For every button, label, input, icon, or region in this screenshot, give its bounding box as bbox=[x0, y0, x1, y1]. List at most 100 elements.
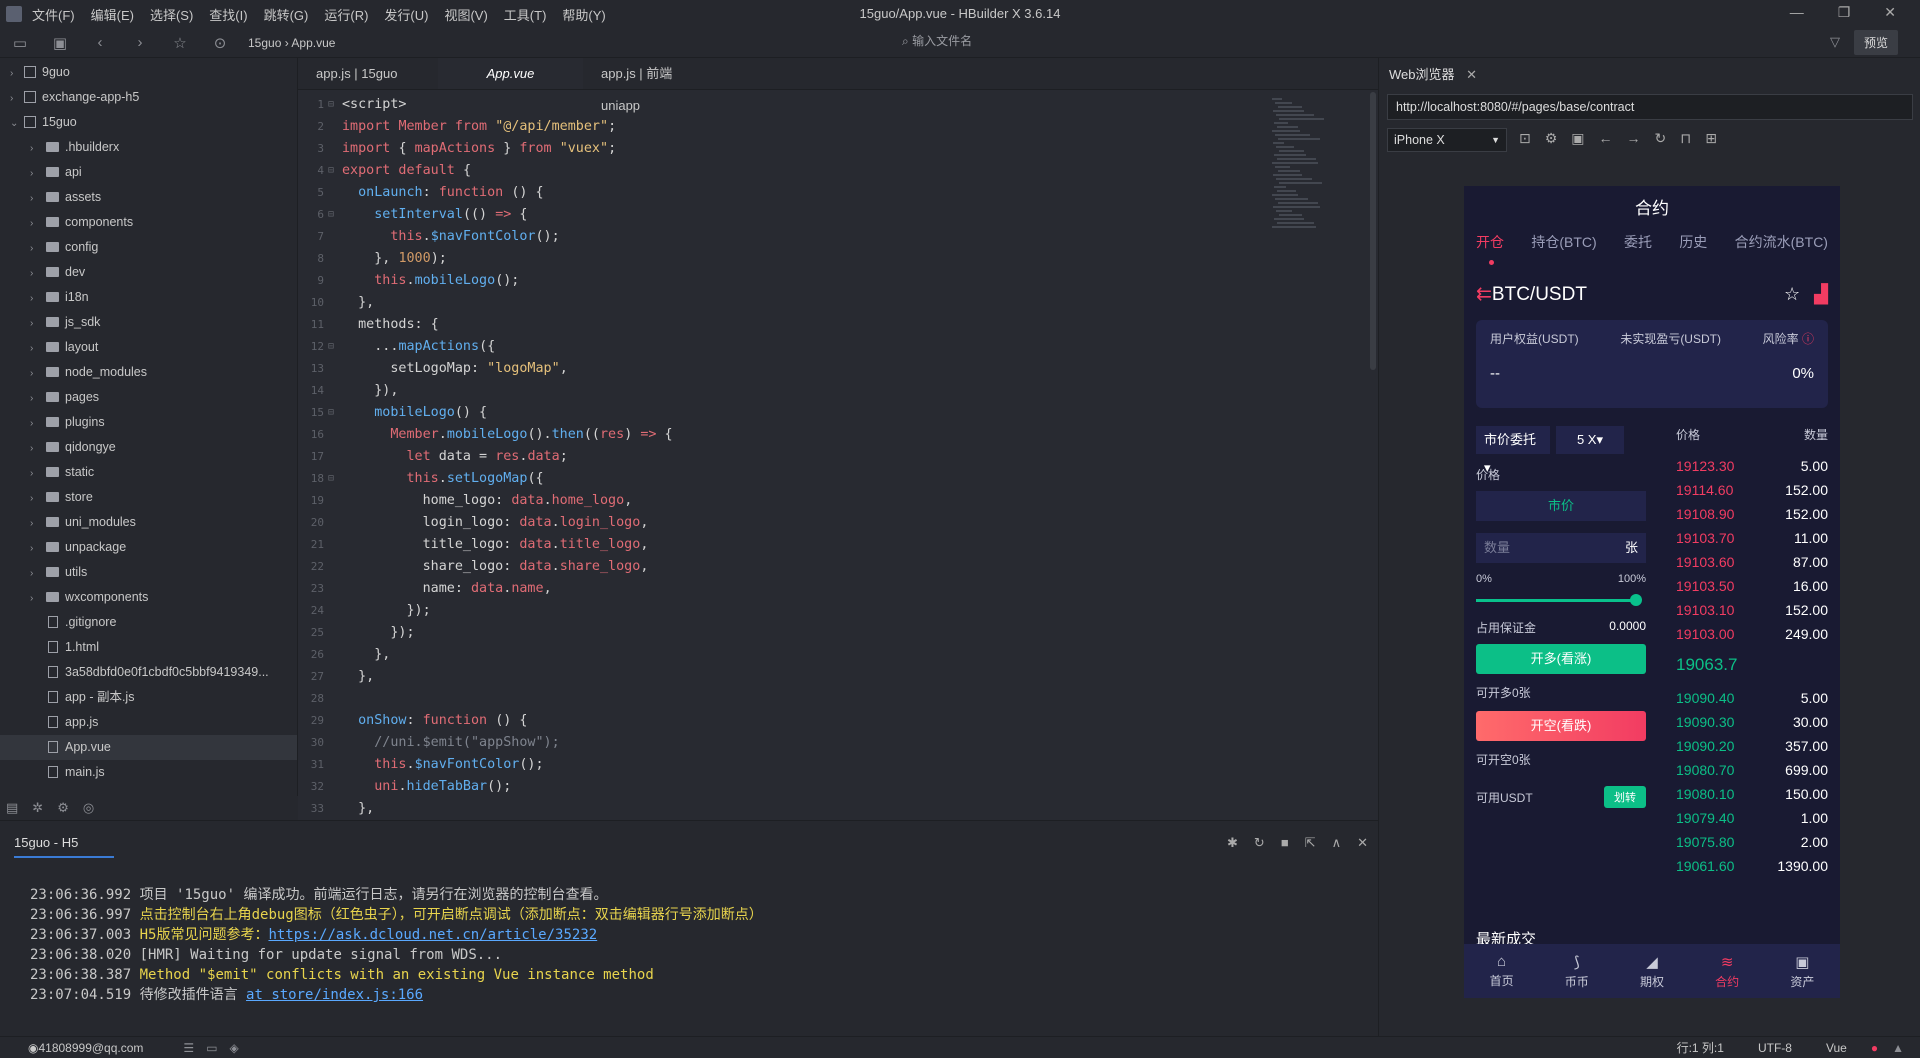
save-icon[interactable]: ▣ bbox=[40, 34, 80, 52]
line-number[interactable]: 3 bbox=[298, 138, 326, 160]
share-icon[interactable]: ◈ bbox=[230, 1041, 239, 1055]
transfer-button[interactable]: 划转 bbox=[1604, 786, 1646, 808]
url-input[interactable]: http://localhost:8080/#/pages/base/contr… bbox=[1387, 94, 1913, 120]
tree-item[interactable]: › plugins bbox=[0, 410, 297, 435]
tree-item[interactable]: › 9guo bbox=[0, 60, 297, 85]
amount-slider[interactable] bbox=[1476, 587, 1646, 613]
line-number[interactable]: 26 bbox=[298, 644, 326, 666]
screenshot-icon[interactable]: ⊡ bbox=[1519, 130, 1531, 147]
order-book-row[interactable]: 19103.70 11.00 bbox=[1676, 526, 1828, 550]
plugin-icon[interactable]: ⚙ bbox=[57, 800, 69, 816]
info-icon[interactable]: ⓘ bbox=[1802, 332, 1814, 346]
order-book-row[interactable]: 19103.00 249.00 bbox=[1676, 622, 1828, 646]
editor-scrollbar[interactable] bbox=[1370, 92, 1376, 370]
debug-icon[interactable]: ✲ bbox=[32, 800, 43, 816]
line-number[interactable]: 14 bbox=[298, 380, 326, 402]
run-icon[interactable]: ⊙ bbox=[200, 34, 240, 52]
line-number[interactable]: 4 bbox=[298, 160, 326, 182]
language-mode[interactable]: Vue bbox=[1826, 1041, 1847, 1055]
fold-icon[interactable]: ⊟ bbox=[326, 204, 336, 226]
notification-icon[interactable]: ● bbox=[1871, 1041, 1878, 1055]
line-number[interactable]: 11 bbox=[298, 314, 326, 336]
settings-icon[interactable]: ⚙ bbox=[1545, 130, 1558, 147]
line-number[interactable]: 8 bbox=[298, 248, 326, 270]
line-number[interactable]: 20 bbox=[298, 512, 326, 534]
line-number[interactable]: 13 bbox=[298, 358, 326, 380]
refresh-icon[interactable]: ↻ bbox=[1655, 130, 1667, 147]
contract-tab[interactable]: 合约流水(BTC) bbox=[1735, 232, 1828, 268]
menu-item[interactable]: 跳转(G) bbox=[264, 5, 309, 24]
preview-button[interactable]: 预览 bbox=[1853, 30, 1898, 55]
line-number[interactable]: 31 bbox=[298, 754, 326, 776]
line-number[interactable]: 21 bbox=[298, 534, 326, 556]
browser-tab[interactable]: Web浏览器 ✕ bbox=[1389, 64, 1477, 83]
close-panel-icon[interactable]: ✕ bbox=[1357, 835, 1368, 851]
breadcrumb-project[interactable]: 15guo bbox=[248, 36, 281, 50]
fold-icon[interactable]: ⊟ bbox=[326, 468, 336, 490]
menu-item[interactable]: 选择(S) bbox=[150, 5, 193, 24]
forward-icon[interactable]: › bbox=[120, 34, 160, 51]
tree-item[interactable]: › .hbuilderx bbox=[0, 135, 297, 160]
tree-item[interactable]: › static bbox=[0, 460, 297, 485]
open-external-icon[interactable]: ⇱ bbox=[1305, 835, 1316, 851]
order-book-row[interactable]: 19114.60 152.00 bbox=[1676, 478, 1828, 502]
reload-icon[interactable]: ↻ bbox=[1254, 835, 1265, 851]
tree-item[interactable]: › unpackage bbox=[0, 535, 297, 560]
collapse-icon[interactable]: ∧ bbox=[1332, 835, 1342, 851]
price-input[interactable]: 市价 bbox=[1476, 491, 1646, 521]
tree-item[interactable]: › wxcomponents bbox=[0, 585, 297, 610]
tree-item[interactable]: 1.html bbox=[0, 635, 297, 660]
tree-item[interactable]: › components bbox=[0, 210, 297, 235]
tabbar-item[interactable]: ⌂ 首页 bbox=[1490, 953, 1514, 989]
forward-icon[interactable]: → bbox=[1627, 130, 1641, 147]
menu-item[interactable]: 视图(V) bbox=[444, 5, 487, 24]
tabbar-item[interactable]: ≋ 合约 bbox=[1715, 953, 1739, 990]
tree-item[interactable]: .gitignore bbox=[0, 610, 297, 635]
line-number[interactable]: 7 bbox=[298, 226, 326, 248]
open-long-button[interactable]: 开多(看涨) bbox=[1476, 644, 1646, 674]
pair-name[interactable]: ⇇BTC/USDT bbox=[1476, 283, 1587, 306]
tree-item[interactable]: › qidongye bbox=[0, 435, 297, 460]
editor-tab[interactable]: app.js | 前端uniapp bbox=[583, 58, 723, 113]
tree-item[interactable]: › store bbox=[0, 485, 297, 510]
line-number[interactable]: 29 bbox=[298, 710, 326, 732]
line-number[interactable]: 12 bbox=[298, 336, 326, 358]
tree-item[interactable]: app - 副本.js bbox=[0, 685, 297, 710]
menu-icon[interactable]: ⇇ bbox=[1476, 284, 1492, 305]
tree-item[interactable]: App.vue bbox=[0, 735, 297, 760]
tree-item[interactable]: › api bbox=[0, 160, 297, 185]
menu-item[interactable]: 文件(F) bbox=[32, 5, 75, 24]
tree-item[interactable]: 3a58dbfd0e0f1cbdf0c5bbf9419349... bbox=[0, 660, 297, 685]
tree-item[interactable]: › node_modules bbox=[0, 360, 297, 385]
menu-item[interactable]: 查找(I) bbox=[209, 5, 247, 24]
tree-item[interactable]: › pages bbox=[0, 385, 297, 410]
tree-item[interactable]: main.js bbox=[0, 760, 297, 785]
menu-item[interactable]: 运行(R) bbox=[324, 5, 368, 24]
line-number[interactable]: 19 bbox=[298, 490, 326, 512]
tree-item[interactable]: › layout bbox=[0, 335, 297, 360]
terminal-icon[interactable]: ▭ bbox=[206, 1041, 217, 1055]
log-link[interactable]: https://ask.dcloud.net.cn/article/35232 bbox=[268, 927, 597, 943]
user-email[interactable]: 41808999@qq.com bbox=[38, 1041, 143, 1055]
order-book-row[interactable]: 19090.30 30.00 bbox=[1676, 710, 1828, 734]
tabbar-item[interactable]: ⟆ 币币 bbox=[1565, 953, 1589, 990]
line-number[interactable]: 18 bbox=[298, 468, 326, 490]
line-number[interactable]: 15 bbox=[298, 402, 326, 424]
order-book-row[interactable]: 19103.60 87.00 bbox=[1676, 550, 1828, 574]
contract-tab[interactable]: 持仓(BTC) bbox=[1531, 232, 1596, 268]
code-area[interactable]: 1 ⊟ <script> 2 import Member from "@/api/mem… bbox=[298, 94, 1298, 820]
line-number[interactable]: 27 bbox=[298, 666, 326, 688]
tree-item[interactable]: › exchange-app-h5 bbox=[0, 85, 297, 110]
tree-item[interactable]: › assets bbox=[0, 185, 297, 210]
back-icon[interactable]: ‹ bbox=[80, 34, 120, 51]
line-number[interactable]: 33 bbox=[298, 798, 326, 820]
editor-tab[interactable]: App.vue bbox=[438, 58, 583, 89]
tree-item[interactable]: › dev bbox=[0, 260, 297, 285]
quantity-input[interactable]: 数量张 bbox=[1476, 533, 1646, 563]
web-icon[interactable]: ◎ bbox=[83, 800, 94, 816]
tree-item[interactable]: › i18n bbox=[0, 285, 297, 310]
order-book-row[interactable]: 19090.20 357.00 bbox=[1676, 734, 1828, 758]
encoding[interactable]: UTF-8 bbox=[1758, 1041, 1792, 1055]
line-number[interactable]: 24 bbox=[298, 600, 326, 622]
line-number[interactable]: 30 bbox=[298, 732, 326, 754]
